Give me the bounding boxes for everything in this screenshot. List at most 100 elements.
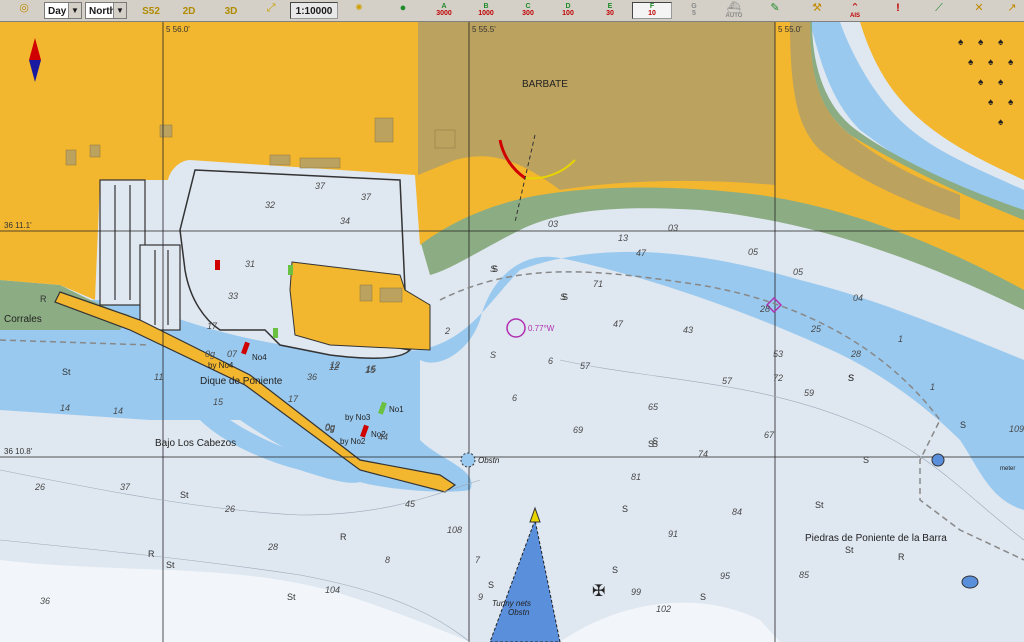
sounding: 81 xyxy=(631,472,641,482)
sounding: 28 xyxy=(759,304,770,314)
sounding: 72 xyxy=(773,373,783,383)
sounding: 31 xyxy=(245,259,255,269)
sounding: 17 xyxy=(288,394,299,404)
svg-text:♠: ♠ xyxy=(998,117,1004,128)
sounding: 59 xyxy=(804,388,814,398)
sounding: 37 xyxy=(315,181,326,191)
seabed-label: S xyxy=(960,420,966,430)
route-button[interactable]: ✎ xyxy=(764,2,786,19)
track-button[interactable]: ⟋ xyxy=(928,2,950,19)
sounding: 47 xyxy=(636,248,647,258)
seabed-label: S xyxy=(488,580,494,590)
display-mode-value: Day xyxy=(48,6,67,17)
place-name-dique: Dique de Poniente xyxy=(200,376,283,387)
sounding: 36 xyxy=(307,372,317,382)
sounding: 33 xyxy=(228,291,238,301)
alert-button[interactable]: ! xyxy=(888,2,908,19)
globe-button[interactable]: ● xyxy=(392,2,414,19)
svg-text:♠: ♠ xyxy=(978,77,984,88)
chart-toolbar: ◎ Day ▼ North ▼ S52 2D 3D ⤢ 1:10000 ✷ ● A3… xyxy=(0,0,1024,22)
seabed-label: R xyxy=(340,532,347,542)
seabed-label: St xyxy=(845,545,854,555)
buoy-label: by No3 xyxy=(345,413,371,422)
sounding: 26 xyxy=(224,504,235,514)
sounding: 8 xyxy=(385,555,390,565)
svg-text:♠: ♠ xyxy=(1008,57,1014,68)
depth-filter-f-button[interactable]: F 10 xyxy=(632,2,672,19)
sounding: 85 xyxy=(799,570,810,580)
depth-filter-c-button[interactable]: C 300 xyxy=(516,2,540,19)
chevron-down-icon: ▼ xyxy=(113,3,126,18)
depth-filter-b-button[interactable]: B 1000 xyxy=(474,2,498,19)
sun-brightness-button[interactable]: ✷ xyxy=(348,2,370,19)
buoy-label: by No4 xyxy=(208,361,234,370)
depth-letter: E xyxy=(607,3,613,10)
depth-value: 5 xyxy=(692,10,696,17)
nautical-chart[interactable]: ♠ ♠ ♠ ♠ ♠ ♠ ♠ ♠ ♠ ♠ ♠ ✠ BARBATE Corrales… xyxy=(0,22,1024,642)
depth-letter: B xyxy=(483,3,489,10)
sounding: 9 xyxy=(478,592,483,602)
depth-letter: F xyxy=(649,3,655,10)
sounding: 108 xyxy=(447,525,462,535)
meter-tag: meter xyxy=(1000,466,1015,472)
sounding: 104 xyxy=(325,585,340,595)
sounding: 12 xyxy=(329,362,339,372)
compass-tool-button[interactable]: ◎ xyxy=(14,2,34,19)
orientation-select[interactable]: North ▼ xyxy=(85,2,127,19)
3d-view-button[interactable]: 3D xyxy=(220,2,242,19)
sounding: 57 xyxy=(722,376,733,386)
depth-value: 100 xyxy=(562,10,574,17)
depth-letter: A xyxy=(441,3,447,10)
sounding: 53 xyxy=(773,349,783,359)
sounding: 14 xyxy=(60,403,70,413)
sounding: 45 xyxy=(405,499,416,509)
display-mode-select[interactable]: Day ▼ xyxy=(44,2,82,19)
seabed-label: St xyxy=(166,560,175,570)
tunny-nets-label: Tunny nets xyxy=(492,599,531,608)
sounding: 25 xyxy=(810,324,822,334)
ais-button[interactable]: ⌃ AIS xyxy=(842,2,868,20)
settings-button[interactable]: ✕ xyxy=(968,2,990,19)
sounding: 109 xyxy=(1009,424,1024,434)
depth-filter-g-button[interactable]: G5 xyxy=(684,2,704,19)
exclamation-icon: ! xyxy=(896,2,900,14)
obstruction-icon xyxy=(460,452,476,468)
sounding: 05 xyxy=(793,267,804,277)
2d-view-button[interactable]: 2D xyxy=(178,2,200,19)
sounding: 71 xyxy=(593,279,603,289)
sounding: 91 xyxy=(668,529,678,539)
svg-text:♠: ♠ xyxy=(998,37,1004,48)
sounding: 34 xyxy=(340,216,350,226)
auto-button[interactable]: ⛴ AUTO xyxy=(720,2,748,20)
seabed-label: St xyxy=(180,490,189,500)
svg-text:♠: ♠ xyxy=(1008,97,1014,108)
sun-icon: ✷ xyxy=(354,2,364,14)
sounding: 15 xyxy=(213,397,224,407)
seabed-label: R xyxy=(148,549,155,559)
longitude-label: 5 56.0' xyxy=(166,25,190,34)
depth-letter: C xyxy=(525,3,531,10)
sounding: 28 xyxy=(850,349,861,359)
seabed-label: R xyxy=(898,552,905,562)
depth-filter-a-button[interactable]: A 3000 xyxy=(432,2,456,19)
latitude-label: 36 10.8' xyxy=(4,447,33,456)
seabed-label: S xyxy=(492,264,498,274)
measure-button[interactable]: ⚒ xyxy=(806,2,828,19)
fit-view-button[interactable]: ⤢ xyxy=(260,2,282,19)
auto-label: AUTO xyxy=(725,13,743,19)
sounding: 32 xyxy=(265,200,275,210)
exit-button[interactable]: ↗ xyxy=(1002,2,1022,19)
s52-view-button[interactable]: S52 xyxy=(140,2,162,19)
depth-filter-d-button[interactable]: D 100 xyxy=(556,2,580,19)
svg-text:♠: ♠ xyxy=(998,77,1004,88)
depth-value: 30 xyxy=(606,10,614,17)
sounding: 11 xyxy=(154,372,163,382)
svg-text:♠: ♠ xyxy=(978,37,984,48)
depth-filter-e-button[interactable]: E 30 xyxy=(598,2,622,19)
seabed-label: S xyxy=(863,455,869,465)
sounding: 04 xyxy=(853,293,863,303)
scale-display[interactable]: 1:10000 xyxy=(290,2,338,19)
seabed-label: St xyxy=(62,367,71,377)
sounding: 0g xyxy=(205,349,215,359)
sounding: 6 xyxy=(548,356,553,366)
